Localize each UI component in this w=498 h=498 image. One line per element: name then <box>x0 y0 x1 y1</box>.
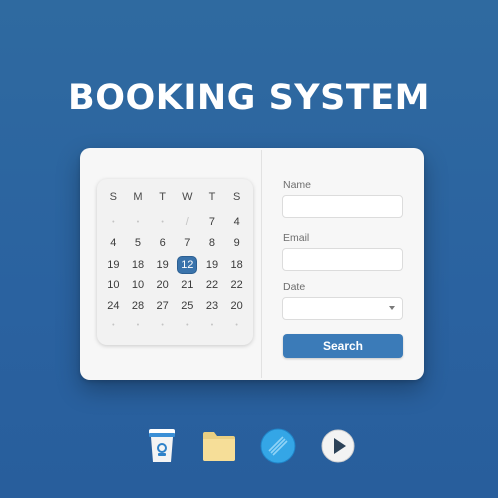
calendar-day[interactable]: 19 <box>101 257 126 273</box>
calendar-day-selected[interactable]: 12 <box>175 257 200 273</box>
calendar-day[interactable]: 18 <box>224 257 249 273</box>
calendar-day: • <box>136 218 140 226</box>
calendar-day[interactable]: 24 <box>101 298 126 314</box>
calendar-day[interactable]: 19 <box>150 257 175 273</box>
calendar-day[interactable]: 19 <box>200 257 225 273</box>
name-field[interactable] <box>282 195 403 218</box>
calendar-day[interactable]: 4 <box>224 214 249 230</box>
calendar-day: • <box>186 321 189 329</box>
calendar-day: • <box>161 321 164 329</box>
calendar-day[interactable]: 4 <box>101 235 126 251</box>
calendar-day[interactable]: 10 <box>126 277 151 293</box>
weekday-label: S <box>109 191 117 203</box>
email-field[interactable] <box>282 248 403 271</box>
play-icon[interactable] <box>320 428 356 469</box>
calendar-day: / <box>185 216 189 228</box>
calendar-weekday-header: S M T W T S <box>101 191 249 203</box>
cup-icon[interactable] <box>147 428 177 469</box>
weekday-label: T <box>208 191 216 203</box>
calendar-day: • <box>235 321 238 329</box>
calendar-day: • <box>112 321 115 329</box>
name-label: Name <box>283 179 312 191</box>
calendar-day[interactable]: 10 <box>101 277 126 293</box>
calendar-day[interactable]: 22 <box>224 277 249 293</box>
calendar-day[interactable]: 22 <box>200 277 225 293</box>
calendar-day: • <box>161 218 164 226</box>
weekday-label: S <box>232 191 241 203</box>
calendar-week-row: 19 18 19 12 19 18 <box>101 257 249 273</box>
calendar-day[interactable]: 27 <box>150 298 175 314</box>
panel-divider <box>261 150 262 378</box>
calendar-day[interactable]: 9 <box>224 235 249 251</box>
date-label: Date <box>283 281 306 293</box>
search-button[interactable]: Search <box>283 334 403 358</box>
calendar-day[interactable]: 28 <box>126 298 151 314</box>
weekday-label: T <box>159 191 167 203</box>
calendar-day[interactable]: 5 <box>126 235 151 251</box>
weekday-label: M <box>133 191 143 203</box>
calendar-day[interactable]: 21 <box>175 277 200 293</box>
weekday-label: W <box>182 191 193 203</box>
page-title: BOOKING SYSTEM <box>68 78 430 118</box>
calendar-widget: S M T W T S • • • / 7 4 4 5 6 7 8 9 19 1… <box>97 179 253 345</box>
calendar-week-row: • • • / 7 4 <box>101 214 249 230</box>
calendar-day[interactable]: 20 <box>150 277 175 293</box>
calendar-day: • <box>210 321 214 329</box>
calendar-day[interactable]: 8 <box>200 235 225 251</box>
calendar-day[interactable]: 18 <box>126 257 151 273</box>
selected-day-label: 12 <box>178 257 197 273</box>
chevron-down-icon <box>389 306 395 310</box>
calendar-week-row: • • • • • • <box>101 317 249 333</box>
calendar-week-row: 4 5 6 7 8 9 <box>101 235 249 251</box>
calendar-day[interactable]: 7 <box>175 235 200 251</box>
calendar-day[interactable]: 6 <box>150 235 175 251</box>
calendar-week-row: 24 28 27 25 23 20 <box>101 298 249 314</box>
date-select[interactable] <box>282 297 403 320</box>
calendar-day[interactable]: 23 <box>200 298 225 314</box>
calendar-day[interactable]: 7 <box>200 214 225 230</box>
folder-icon[interactable] <box>201 430 237 467</box>
email-label: Email <box>283 232 310 244</box>
calendar-week-row: 10 10 20 21 22 22 <box>101 277 249 293</box>
calendar-day[interactable]: 20 <box>224 298 249 314</box>
globe-icon[interactable] <box>259 427 297 470</box>
calendar-day: • <box>136 321 140 329</box>
calendar-day[interactable]: 25 <box>175 298 200 314</box>
calendar-day: • <box>112 218 115 226</box>
